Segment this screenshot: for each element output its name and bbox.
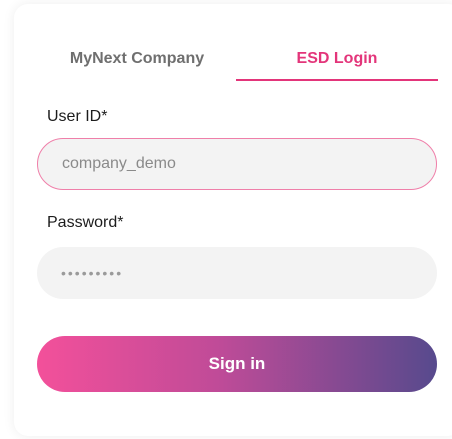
password-label: Password* [47, 214, 124, 231]
login-tabs: MyNext Company ESD Login [38, 38, 438, 82]
user-id-label: User ID* [47, 108, 108, 125]
tab-mynext-company[interactable]: MyNext Company [38, 38, 236, 80]
sign-in-button[interactable]: Sign in [37, 336, 437, 392]
tab-esd-login[interactable]: ESD Login [236, 38, 438, 80]
active-tab-indicator [236, 79, 438, 81]
password-input[interactable]: ••••••••• [37, 247, 437, 299]
user-id-input[interactable]: company_demo [37, 138, 437, 190]
